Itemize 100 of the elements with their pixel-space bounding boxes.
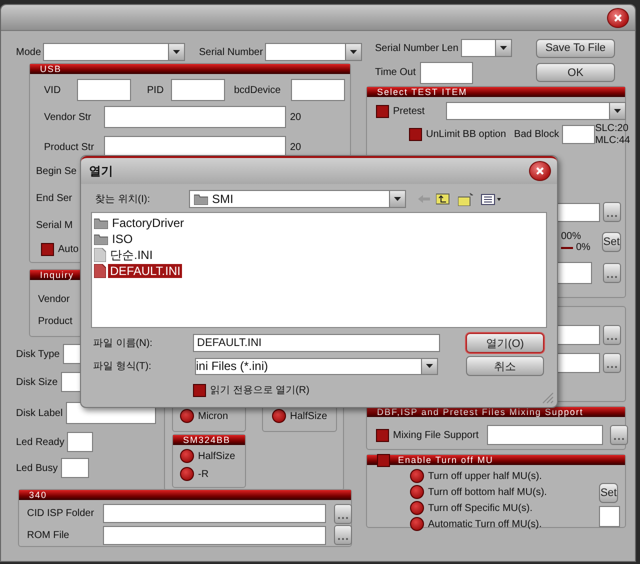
dialog-title: 열기 — [89, 162, 113, 180]
input-field[interactable] — [562, 125, 596, 144]
field-label: 찾는 위치(I): — [95, 193, 151, 206]
field-label: CID ISP Folder — [27, 508, 96, 520]
file-list-item[interactable]: FactoryDriver — [94, 215, 186, 231]
browse-button[interactable] — [603, 325, 621, 345]
field-label: Disk Type — [16, 348, 60, 360]
dropdown-field[interactable] — [446, 102, 626, 120]
radio-label: Turn off upper half MU(s). — [428, 470, 542, 482]
radio-button[interactable] — [180, 467, 194, 481]
field-label: Begin Se — [36, 166, 77, 177]
dropdown-arrow-icon — [426, 364, 433, 368]
ok-button[interactable]: OK — [536, 63, 615, 82]
field-label: Led Ready — [16, 436, 64, 448]
ellipsis-icon — [338, 538, 348, 540]
file-icon — [94, 248, 106, 262]
input-field[interactable] — [104, 106, 286, 128]
checkbox[interactable] — [376, 104, 389, 118]
input-field[interactable] — [486, 425, 603, 445]
field-label: Time Out — [375, 67, 417, 78]
up-folder-icon[interactable] — [436, 193, 450, 205]
group-header: 340 — [19, 490, 351, 500]
checkbox[interactable] — [41, 242, 54, 256]
radio-button[interactable] — [272, 409, 286, 423]
input-field[interactable] — [291, 79, 345, 101]
file-name-field[interactable]: DEFAULT.INI — [193, 334, 440, 352]
open-button[interactable]: 열기(O) — [466, 333, 544, 353]
length-label: 20 — [290, 142, 302, 152]
checkbox[interactable] — [193, 384, 206, 396]
field-label: Serial M — [36, 220, 73, 231]
cancel-button[interactable]: 취소 — [466, 356, 544, 376]
new-folder-icon[interactable] — [458, 192, 473, 206]
length-label: 20 — [290, 112, 302, 122]
browse-button[interactable] — [603, 353, 621, 373]
field-label: Mode — [16, 46, 42, 58]
radio-button[interactable] — [180, 449, 194, 463]
folder-icon — [94, 217, 108, 229]
folder-icon — [94, 233, 108, 245]
limit-label: MLC:44 — [595, 134, 628, 146]
field-label: VID — [44, 84, 62, 96]
input-field[interactable] — [67, 432, 94, 452]
view-menu-icon[interactable] — [481, 194, 501, 204]
browse-button[interactable] — [610, 425, 628, 445]
dropdown-arrow-icon — [394, 197, 401, 201]
file-list-item[interactable]: ISO — [94, 231, 135, 247]
dropdown-arrow-icon — [350, 50, 357, 54]
dropdown-field[interactable] — [43, 43, 186, 61]
field-label: Vendor — [38, 294, 70, 304]
checkbox-label: 읽기 전용으로 열기(R) — [210, 384, 310, 397]
checkbox-label: UnLimit BB option — [426, 129, 506, 140]
file-list-item[interactable]: 단순.INI — [94, 247, 155, 263]
close-button[interactable] — [607, 8, 629, 28]
radio-button[interactable] — [410, 501, 424, 515]
checkbox[interactable] — [377, 454, 390, 466]
field-label: PID — [147, 84, 165, 96]
field-label: End Ser — [36, 193, 72, 204]
dropdown-arrow-icon — [614, 109, 621, 113]
set-button[interactable]: Set — [602, 232, 621, 252]
field-label: Led Busy — [16, 462, 58, 474]
resize-grip-icon[interactable] — [542, 392, 554, 404]
checkbox[interactable] — [409, 128, 422, 141]
input-field[interactable] — [77, 79, 131, 101]
radio-label: Turn off Specific MU(s). — [428, 502, 532, 514]
input-field[interactable] — [60, 458, 89, 478]
progress-line-icon — [561, 246, 573, 248]
input-field[interactable] — [599, 506, 620, 527]
radio-label: Micron — [198, 410, 228, 422]
radio-button[interactable] — [410, 485, 424, 499]
checkbox-label: Mixing File Support — [393, 430, 479, 440]
input-field[interactable] — [103, 526, 326, 545]
dropdown-field[interactable] — [264, 43, 362, 61]
set-button[interactable]: Set — [599, 483, 618, 503]
field-label: Vendor Str — [44, 112, 92, 122]
radio-button[interactable] — [410, 517, 424, 531]
radio-label: Turn off bottom half MU(s). — [428, 486, 547, 498]
field-label: Bad Block — [514, 129, 560, 140]
close-icon — [614, 14, 622, 22]
checkbox-label: Auto — [58, 244, 79, 254]
save-button[interactable]: Save To File — [536, 38, 615, 58]
file-type-dropdown[interactable]: ini Files (*.ini) — [195, 358, 438, 374]
browse-button[interactable] — [334, 525, 352, 546]
browse-button[interactable] — [603, 263, 621, 283]
close-button[interactable] — [529, 161, 551, 181]
input-field[interactable] — [171, 79, 225, 101]
percent-label: 0% — [576, 242, 590, 253]
group-header: Enable Turn off MU — [367, 455, 625, 465]
browse-button[interactable] — [334, 504, 352, 524]
radio-label: Automatic Turn off MU(s). — [428, 518, 542, 530]
input-field[interactable] — [103, 504, 326, 524]
field-label: Product — [38, 316, 72, 326]
input-field[interactable] — [420, 62, 473, 84]
field-label: Serial Number Len — [375, 42, 460, 54]
file-icon — [94, 264, 106, 278]
radio-button[interactable] — [410, 469, 424, 483]
radio-button[interactable] — [180, 409, 194, 423]
dropdown-field[interactable] — [461, 39, 512, 57]
radio-label: -R — [198, 468, 209, 480]
look-in-dropdown[interactable]: SMI — [189, 190, 406, 208]
browse-button[interactable] — [603, 202, 621, 222]
checkbox[interactable] — [376, 428, 389, 442]
